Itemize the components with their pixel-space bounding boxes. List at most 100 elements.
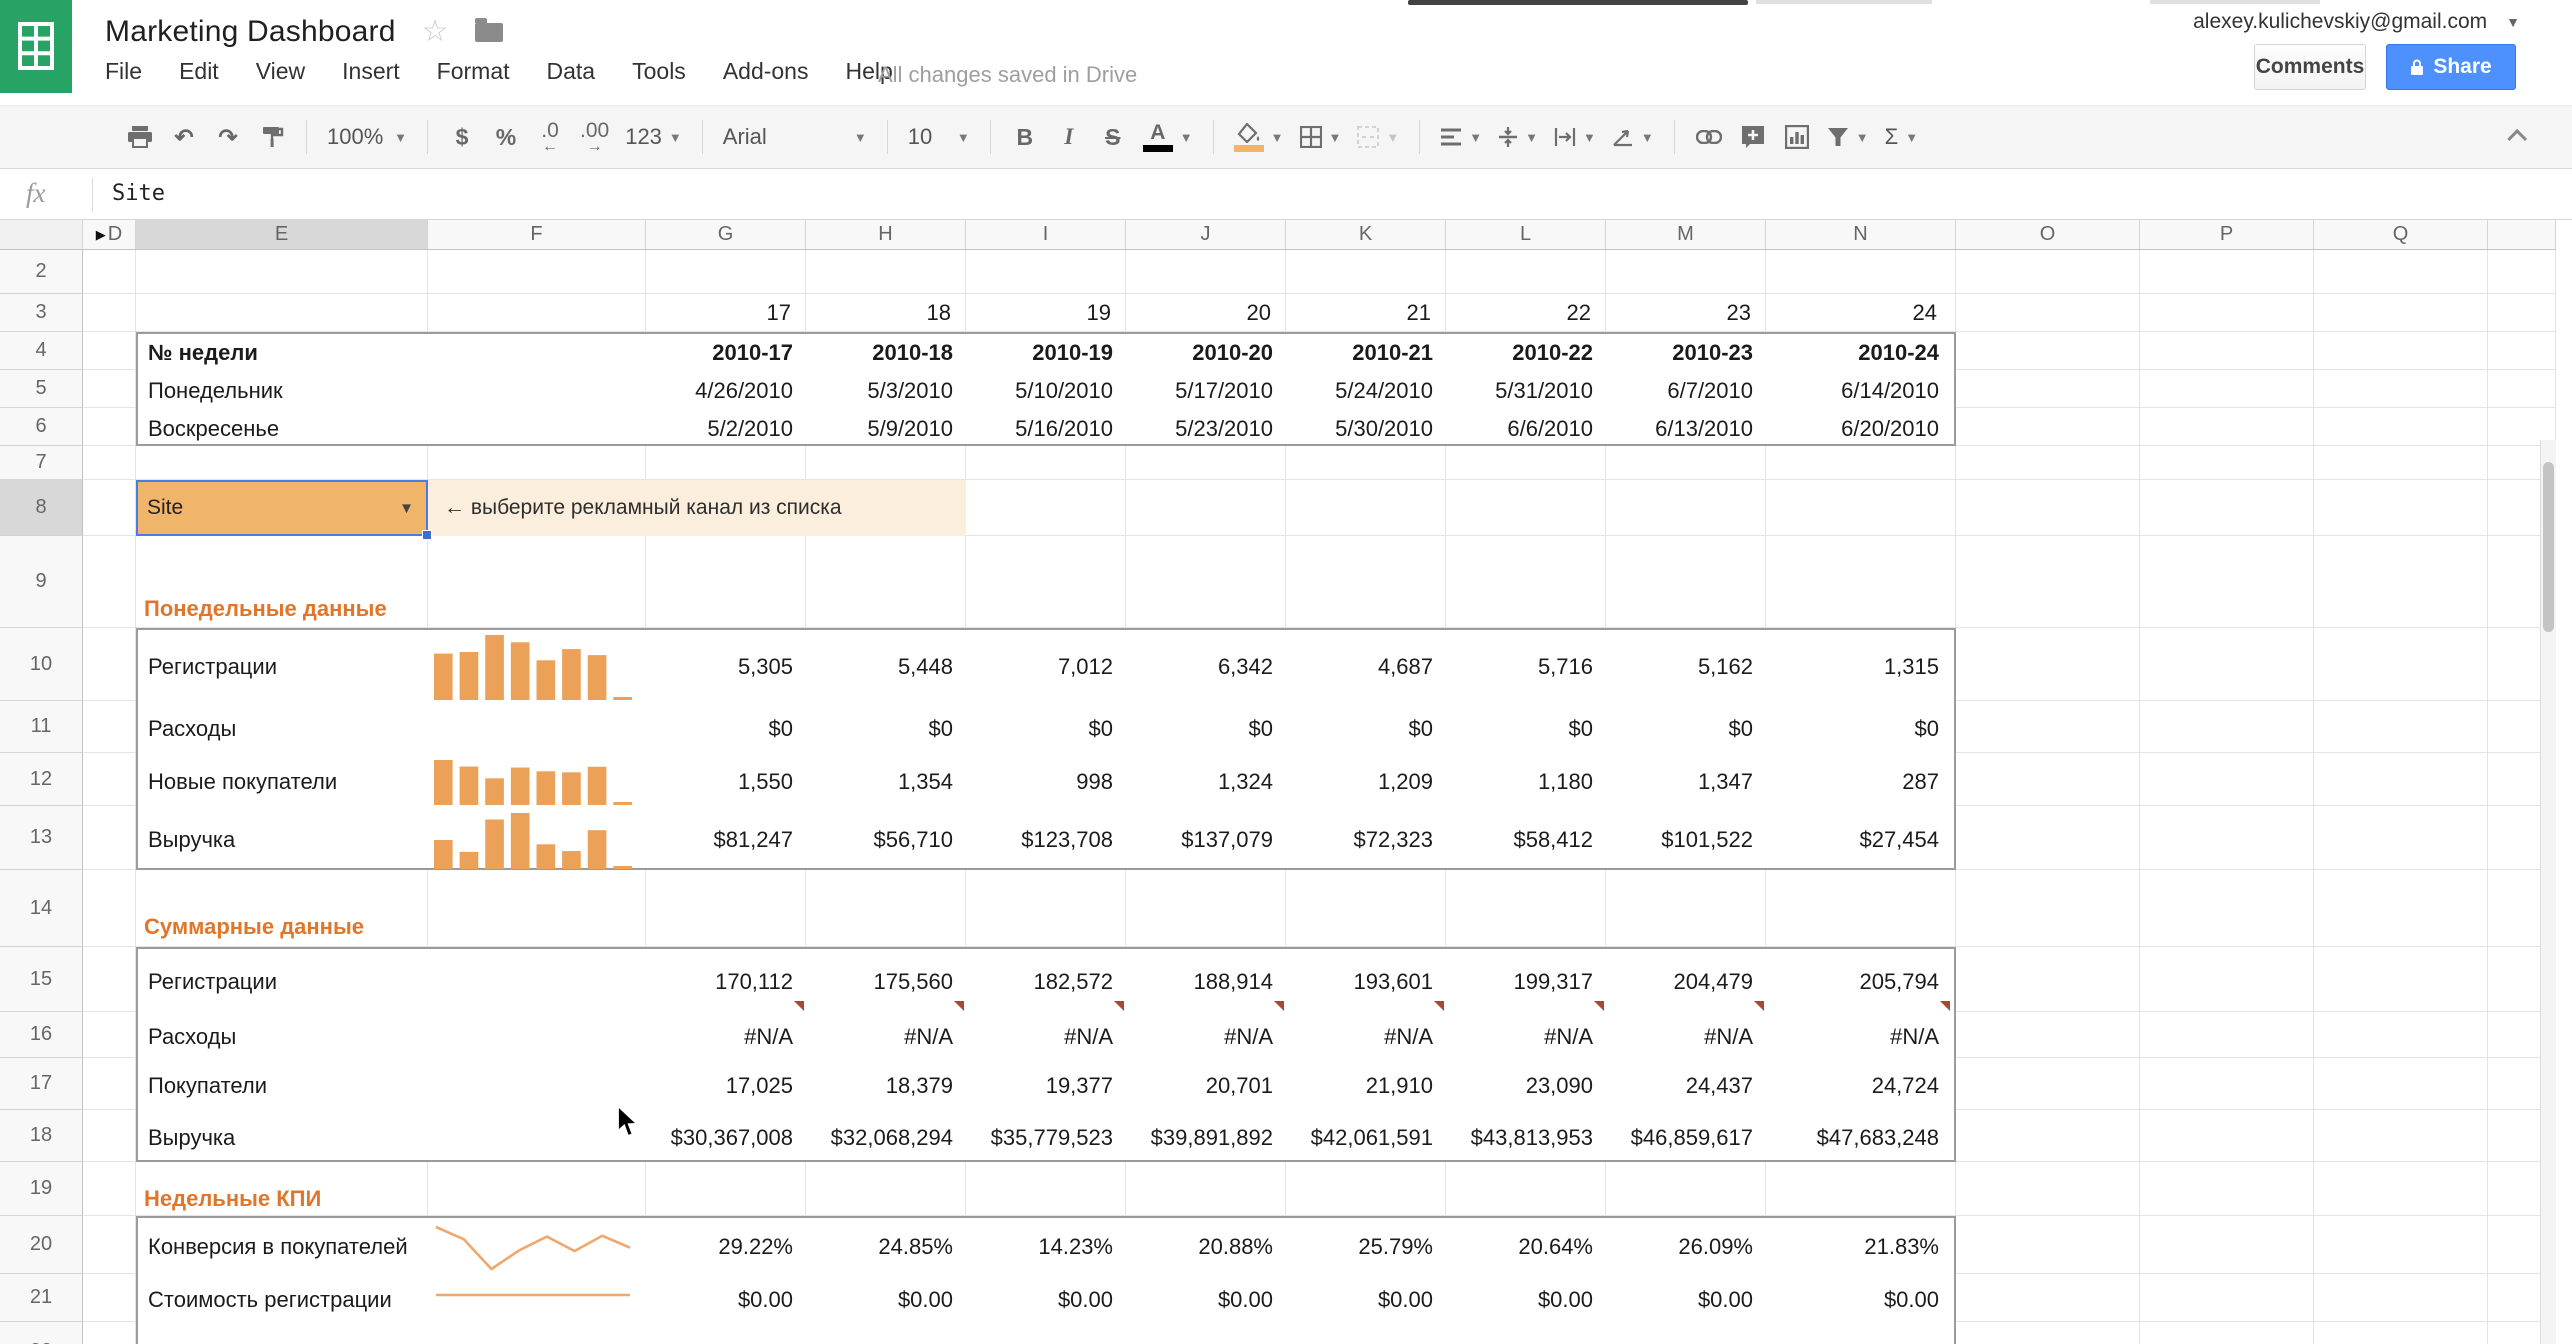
more-formats-button[interactable]: 123▼: [617, 115, 690, 159]
comments-button[interactable]: Comments: [2254, 44, 2366, 90]
value-cell[interactable]: $101,522: [1606, 808, 1766, 872]
value-cell[interactable]: 21,910: [1286, 1060, 1446, 1112]
value-cell[interactable]: 20.64%: [1446, 1218, 1606, 1276]
value-cell[interactable]: 21.83%: [1766, 1218, 1952, 1276]
value-cell[interactable]: 5/30/2010: [1286, 410, 1446, 448]
value-cell[interactable]: 24,724: [1766, 1060, 1952, 1112]
row-label-cell[interactable]: Конверсия в покупателей: [138, 1234, 428, 1260]
value-cell[interactable]: 14.23%: [966, 1218, 1126, 1276]
value-cell[interactable]: 18,379: [806, 1060, 966, 1112]
value-cell[interactable]: 5,448: [806, 630, 966, 703]
menu-item[interactable]: View: [256, 58, 305, 85]
value-cell[interactable]: 5,305: [646, 630, 806, 703]
grid-corner[interactable]: [0, 220, 83, 250]
value-cell[interactable]: 188,914: [1126, 949, 1286, 1014]
value-cell[interactable]: 1,347: [1606, 755, 1766, 808]
value-cell[interactable]: #N/A: [1126, 1014, 1286, 1060]
value-cell[interactable]: 29.22%: [646, 1218, 806, 1276]
value-cell[interactable]: 998: [966, 755, 1126, 808]
row-label-cell[interactable]: Понедельник: [138, 378, 428, 404]
value-cell[interactable]: $35,779,523: [966, 1112, 1126, 1164]
bold-button[interactable]: B: [1003, 115, 1047, 159]
row-label-cell[interactable]: Регистрации: [138, 654, 428, 680]
value-cell[interactable]: 1,180: [1446, 755, 1606, 808]
value-cell[interactable]: #N/A: [646, 1014, 806, 1060]
row-label-cell[interactable]: № недели: [138, 340, 428, 366]
column-header-D[interactable]: ▶D: [83, 220, 136, 250]
formula-bar-value[interactable]: Site: [112, 181, 165, 206]
column-header-J[interactable]: J: [1126, 220, 1286, 250]
value-cell[interactable]: 4,687: [1286, 630, 1446, 703]
row-header-16[interactable]: 16: [0, 1012, 83, 1058]
value-cell[interactable]: 175,560: [806, 949, 966, 1014]
format-currency-button[interactable]: $: [440, 115, 484, 159]
italic-button[interactable]: I: [1047, 115, 1091, 159]
value-cell[interactable]: 20.88%: [1126, 1218, 1286, 1276]
row-header-14[interactable]: 14: [0, 870, 83, 947]
value-cell[interactable]: 2010-20: [1126, 334, 1286, 372]
week-number-cell[interactable]: 23: [1604, 294, 1764, 332]
value-cell[interactable]: #N/A: [1606, 1014, 1766, 1060]
column-header-P[interactable]: P: [2140, 220, 2314, 250]
column-header-Q[interactable]: Q: [2314, 220, 2488, 250]
document-title[interactable]: Marketing Dashboard: [105, 15, 396, 49]
week-number-cell[interactable]: 18: [804, 294, 964, 332]
increase-decimal-button[interactable]: .00→: [572, 115, 617, 159]
row-header-19[interactable]: 19: [0, 1162, 83, 1216]
row-header-10[interactable]: 10: [0, 628, 83, 701]
row-header-15[interactable]: 15: [0, 947, 83, 1012]
folder-icon[interactable]: [475, 23, 503, 42]
value-cell[interactable]: 6,342: [1126, 630, 1286, 703]
menu-item[interactable]: Format: [437, 58, 510, 85]
value-cell[interactable]: 24.85%: [806, 1218, 966, 1276]
value-cell[interactable]: 6/20/2010: [1766, 410, 1952, 448]
value-cell[interactable]: 6/6/2010: [1446, 410, 1606, 448]
insert-chart-button[interactable]: [1775, 115, 1819, 159]
value-cell[interactable]: 2010-18: [806, 334, 966, 372]
fill-color-button[interactable]: ▼: [1226, 115, 1292, 159]
value-cell[interactable]: $0.00: [1766, 1276, 1952, 1324]
zoom-select[interactable]: 100%▼: [319, 115, 415, 159]
insert-comment-button[interactable]: [1731, 115, 1775, 159]
value-cell[interactable]: 5/9/2010: [806, 410, 966, 448]
format-percent-button[interactable]: %: [484, 115, 528, 159]
row-label-cell[interactable]: Покупатели: [138, 1073, 428, 1099]
value-cell[interactable]: 5,716: [1446, 630, 1606, 703]
value-cell[interactable]: $0.00: [966, 1276, 1126, 1324]
value-cell[interactable]: 199,317: [1446, 949, 1606, 1014]
value-cell[interactable]: $0.00: [1126, 1276, 1286, 1324]
filter-button[interactable]: ▼: [1819, 115, 1877, 159]
value-cell[interactable]: 19,377: [966, 1060, 1126, 1112]
value-cell[interactable]: 17,025: [646, 1060, 806, 1112]
value-cell[interactable]: $0.00: [1446, 1276, 1606, 1324]
value-cell[interactable]: $0.00: [646, 1276, 806, 1324]
value-cell[interactable]: 1,315: [1766, 630, 1952, 703]
value-cell[interactable]: 5/2/2010: [646, 410, 806, 448]
column-header-E[interactable]: E: [136, 220, 428, 250]
row-label-cell[interactable]: Расходы: [138, 1024, 428, 1050]
value-cell[interactable]: $0: [1766, 703, 1952, 755]
row-header-20[interactable]: 20: [0, 1216, 83, 1274]
value-cell[interactable]: 1,324: [1126, 755, 1286, 808]
value-cell[interactable]: #N/A: [1446, 1014, 1606, 1060]
value-cell[interactable]: $0.00: [1606, 1276, 1766, 1324]
row-header-13[interactable]: 13: [0, 806, 83, 870]
value-cell[interactable]: $0: [1606, 703, 1766, 755]
value-cell[interactable]: 1,354: [806, 755, 966, 808]
value-cell[interactable]: $72,323: [1286, 808, 1446, 872]
value-cell[interactable]: 205,794: [1766, 949, 1952, 1014]
value-cell[interactable]: $39,891,892: [1126, 1112, 1286, 1164]
column-header-M[interactable]: M: [1606, 220, 1766, 250]
value-cell[interactable]: 26.09%: [1606, 1218, 1766, 1276]
value-cell[interactable]: $0: [1126, 703, 1286, 755]
strikethrough-button[interactable]: S: [1091, 115, 1135, 159]
menu-item[interactable]: Edit: [179, 58, 219, 85]
week-number-cell[interactable]: 24: [1764, 294, 1950, 332]
week-number-cell[interactable]: 19: [964, 294, 1124, 332]
column-header-I[interactable]: I: [966, 220, 1126, 250]
collapsed-columns-icon[interactable]: ▶: [96, 227, 106, 243]
value-cell[interactable]: 5/10/2010: [966, 372, 1126, 410]
value-cell[interactable]: 193,601: [1286, 949, 1446, 1014]
row-header-2[interactable]: 2: [0, 250, 83, 294]
text-color-button[interactable]: A▼: [1135, 115, 1201, 159]
